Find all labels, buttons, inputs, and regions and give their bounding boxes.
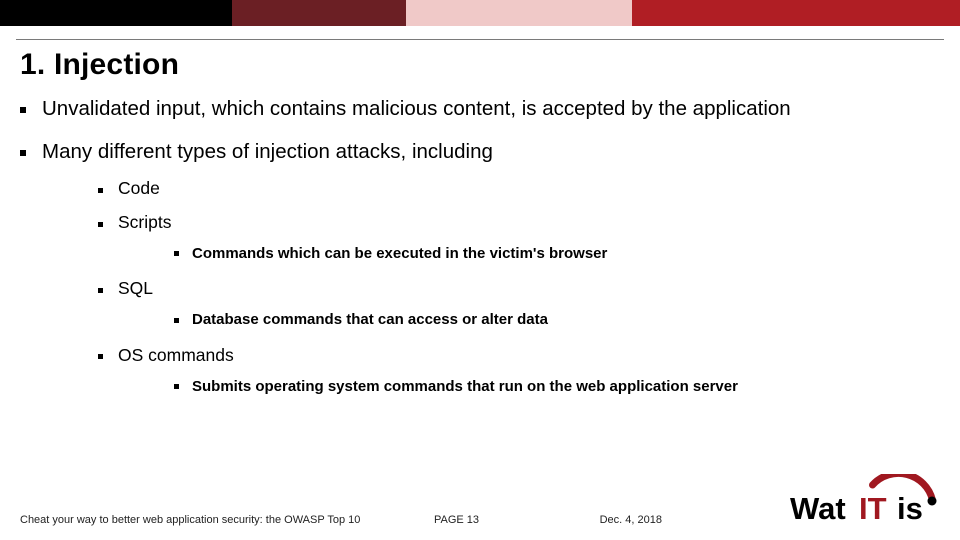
bullet-text: Code bbox=[118, 178, 160, 198]
bullet-list: Unvalidated input, which contains malici… bbox=[20, 96, 960, 396]
sub-bullet-item: Code bbox=[98, 178, 960, 200]
slide-footer: Cheat your way to better web application… bbox=[20, 474, 940, 526]
svg-text:Wat: Wat bbox=[790, 491, 846, 526]
footer-date: Dec. 4, 2018 bbox=[600, 514, 756, 526]
bullet-text: Submits operating system commands that r… bbox=[192, 378, 738, 395]
sub-bullet-item: OS commands Submits operating system com… bbox=[98, 345, 960, 396]
bullet-item: Many different types of injection attack… bbox=[20, 139, 960, 396]
slide: 1. Injection Unvalidated input, which co… bbox=[0, 0, 960, 540]
footer-logo-area: Wat IT is bbox=[756, 474, 940, 526]
bullet-text: Unvalidated input, which contains malici… bbox=[42, 97, 791, 120]
footer-deck-title: Cheat your way to better web application… bbox=[20, 514, 434, 526]
topbar-segment-red bbox=[632, 0, 960, 26]
topbar-segment-black bbox=[0, 0, 232, 26]
brand-topbar bbox=[0, 0, 960, 26]
bullet-text: OS commands bbox=[118, 345, 234, 365]
sub-bullet-item: SQL Database commands that can access or… bbox=[98, 278, 960, 329]
sub-sub-bullet-list: Submits operating system commands that r… bbox=[174, 377, 960, 397]
sub-sub-bullet-item: Database commands that can access or alt… bbox=[174, 310, 960, 330]
bullet-text: Database commands that can access or alt… bbox=[192, 311, 548, 328]
bullet-text: Many different types of injection attack… bbox=[42, 140, 493, 163]
footer-page-number: PAGE 13 bbox=[434, 514, 600, 526]
sub-bullet-list: Code Scripts Commands which can be execu… bbox=[98, 178, 960, 396]
topbar-segment-pink bbox=[406, 0, 632, 26]
bullet-text: SQL bbox=[118, 278, 153, 298]
bullet-item: Unvalidated input, which contains malici… bbox=[20, 96, 960, 121]
watitis-logo-icon: Wat IT is bbox=[790, 474, 940, 526]
sub-bullet-item: Scripts Commands which can be executed i… bbox=[98, 212, 960, 263]
bullet-text: Scripts bbox=[118, 212, 171, 232]
slide-title: 1. Injection bbox=[20, 48, 960, 82]
sub-sub-bullet-list: Database commands that can access or alt… bbox=[174, 310, 960, 330]
sub-sub-bullet-item: Commands which can be executed in the vi… bbox=[174, 244, 960, 264]
topbar-segment-darkred bbox=[232, 0, 406, 26]
sub-sub-bullet-list: Commands which can be executed in the vi… bbox=[174, 244, 960, 264]
horizontal-rule bbox=[16, 39, 944, 40]
bullet-text: Commands which can be executed in the vi… bbox=[192, 245, 607, 262]
sub-sub-bullet-item: Submits operating system commands that r… bbox=[174, 377, 960, 397]
svg-text:is: is bbox=[897, 491, 923, 526]
watitis-logo: Wat IT is bbox=[790, 474, 940, 526]
svg-text:IT: IT bbox=[859, 491, 887, 526]
